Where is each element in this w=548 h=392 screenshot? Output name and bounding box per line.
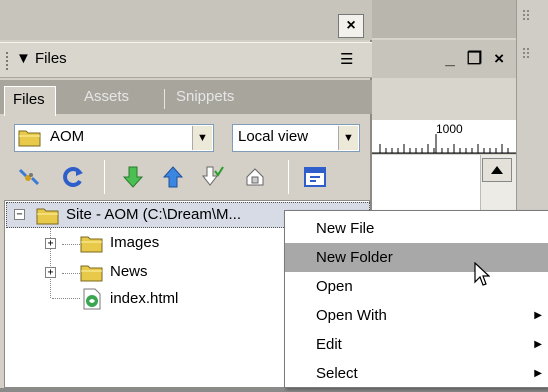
connect-icon[interactable] [14,162,44,192]
toolbar-divider [288,160,289,194]
tree-guide-line [62,273,80,274]
site-select-value: AOM [50,128,85,145]
tab-divider [164,89,165,109]
chevron-down-icon[interactable]: ▼ [338,126,358,150]
expand-plus-icon[interactable]: + [45,267,56,278]
folder-icon [18,130,41,147]
tree-item-images[interactable]: Images [110,234,159,251]
menu-item-open[interactable]: Open [285,272,548,301]
tab-snippets[interactable]: Snippets [176,88,234,105]
menu-item-new-folder[interactable]: New Folder [285,243,548,272]
refresh-icon[interactable] [58,162,88,192]
view-select-value: Local view [238,128,309,145]
tree-guide-line [52,298,80,299]
submenu-arrow-icon: ▶ [534,339,542,350]
tab-files[interactable]: Files [4,86,56,116]
close-document-button[interactable]: × [494,49,504,69]
expand-icon[interactable] [300,162,330,192]
menu-item-new-file[interactable]: New File [285,214,548,243]
folder-icon [80,236,103,253]
tree-root-label: Site - AOM (C:\Dream\M... [66,206,242,223]
panel-grip-icon[interactable] [6,52,12,70]
check-in-icon[interactable] [240,162,270,192]
folder-icon [80,265,103,282]
menu-item-label: Select [316,365,358,382]
tab-assets[interactable]: Assets [84,88,129,105]
panel-title[interactable]: ▼ Files [16,50,67,67]
submenu-arrow-icon: ▶ [534,310,542,321]
document-window-controls: _ ❐ × [420,44,516,74]
menu-item-select[interactable]: Select ▶ [285,359,548,388]
menu-item-label: New Folder [316,249,393,266]
menu-item-open-with[interactable]: Open With ▶ [285,301,548,330]
check-out-icon[interactable] [198,162,228,192]
get-icon[interactable] [118,162,148,192]
toolbar-divider [104,160,105,194]
menu-item-label: New File [316,220,375,237]
menu-item-edit[interactable]: Edit ▶ [285,330,548,359]
expand-plus-icon[interactable]: + [45,238,56,249]
tree-guide-line [62,244,80,245]
site-select[interactable] [14,124,214,152]
minimize-button[interactable]: _ [445,49,454,69]
put-icon[interactable] [158,162,188,192]
menu-item-label: Edit [316,336,342,353]
menu-item-label: Open [316,278,353,295]
panel-close-bar [0,0,372,40]
chevron-down-icon[interactable]: ▼ [192,126,212,150]
folder-icon [36,208,59,225]
collapse-icon[interactable]: − [14,209,25,220]
submenu-arrow-icon: ▶ [534,368,542,379]
ruler-label: 1000 [436,122,463,136]
scroll-up-button[interactable] [482,158,512,182]
up-arrow-icon [491,166,503,174]
tree-item-index-html[interactable]: index.html [110,290,178,307]
restore-button[interactable]: ❐ [467,49,482,69]
panel-close-button[interactable]: × [338,14,364,38]
html-file-icon [83,288,101,310]
menu-item-label: Open With [316,307,387,324]
tree-item-news[interactable]: News [110,263,148,280]
panel-options-icon[interactable]: ☰ [340,50,353,68]
mouse-cursor-icon [474,262,490,286]
